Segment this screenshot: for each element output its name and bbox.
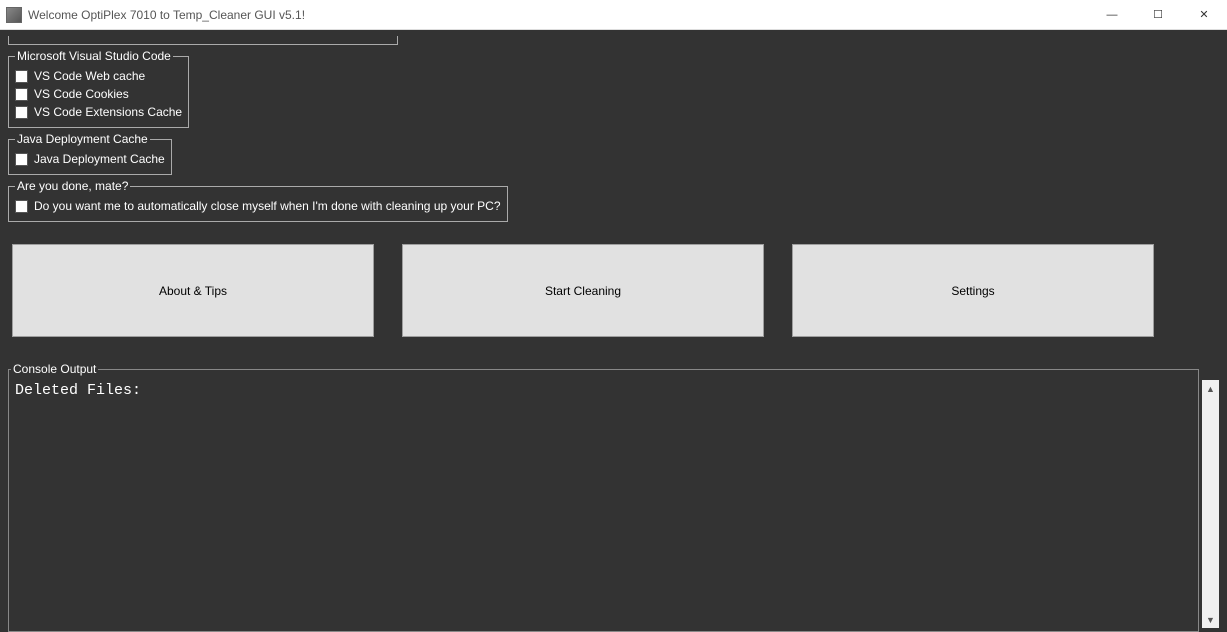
checkbox-vscode-cookies[interactable]: VS Code Cookies	[15, 85, 182, 103]
minimize-button[interactable]: —	[1089, 0, 1135, 29]
app-icon	[6, 7, 22, 23]
checkbox-icon	[15, 106, 28, 119]
group-console: Console Output Deleted Files:	[8, 362, 1199, 632]
titlebar: Welcome OptiPlex 7010 to Temp_Cleaner GU…	[0, 0, 1227, 30]
maximize-button[interactable]: ☐	[1135, 0, 1181, 29]
checkbox-label: Do you want me to automatically close my…	[34, 199, 501, 213]
group-done: Are you done, mate? Do you want me to au…	[8, 179, 508, 222]
checkbox-label: Java Deployment Cache	[34, 152, 165, 166]
checkbox-label: VS Code Cookies	[34, 87, 129, 101]
window-title: Welcome OptiPlex 7010 to Temp_Cleaner GU…	[28, 8, 1089, 22]
scroll-up-icon[interactable]: ▲	[1202, 380, 1219, 397]
group-done-legend: Are you done, mate?	[15, 179, 130, 193]
checkbox-icon	[15, 70, 28, 83]
partial-previous-group	[8, 36, 398, 45]
about-tips-button[interactable]: About & Tips	[12, 244, 374, 337]
close-button[interactable]: ✕	[1181, 0, 1227, 29]
group-vscode-legend: Microsoft Visual Studio Code	[15, 49, 173, 63]
button-row: About & Tips Start Cleaning Settings	[8, 244, 1219, 337]
app-body: Microsoft Visual Studio Code VS Code Web…	[0, 30, 1227, 632]
checkbox-autoclose[interactable]: Do you want me to automatically close my…	[15, 197, 501, 215]
console-output[interactable]: Deleted Files:	[11, 380, 1196, 631]
checkbox-icon	[15, 88, 28, 101]
scroll-track[interactable]	[1202, 397, 1219, 611]
checkbox-icon	[15, 153, 28, 166]
group-console-legend: Console Output	[11, 362, 98, 376]
checkbox-vscode-webcache[interactable]: VS Code Web cache	[15, 67, 182, 85]
window-controls: — ☐ ✕	[1089, 0, 1227, 29]
console-scrollbar[interactable]: ▲ ▼	[1202, 380, 1219, 628]
checkbox-label: VS Code Web cache	[34, 69, 145, 83]
group-java-legend: Java Deployment Cache	[15, 132, 150, 146]
checkbox-label: VS Code Extensions Cache	[34, 105, 182, 119]
scroll-down-icon[interactable]: ▼	[1202, 611, 1219, 628]
checkbox-icon	[15, 200, 28, 213]
checkbox-vscode-extcache[interactable]: VS Code Extensions Cache	[15, 103, 182, 121]
start-cleaning-button[interactable]: Start Cleaning	[402, 244, 764, 337]
group-java: Java Deployment Cache Java Deployment Ca…	[8, 132, 172, 175]
group-vscode: Microsoft Visual Studio Code VS Code Web…	[8, 49, 189, 128]
settings-button[interactable]: Settings	[792, 244, 1154, 337]
checkbox-java-deployment[interactable]: Java Deployment Cache	[15, 150, 165, 168]
